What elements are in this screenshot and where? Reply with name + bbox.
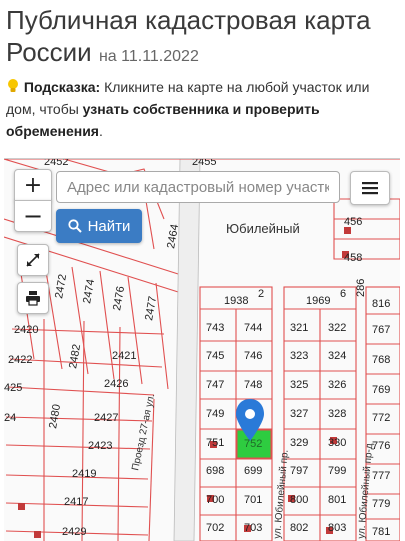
parcel-6: 6	[340, 288, 346, 300]
parcel-816: 816	[372, 298, 390, 310]
parcel-702: 702	[206, 522, 224, 534]
search-icon	[67, 219, 82, 233]
hamburger-menu-icon	[362, 182, 378, 195]
parcel-286: 286	[355, 279, 367, 297]
print-button[interactable]	[17, 282, 49, 314]
search-input[interactable]	[56, 171, 340, 203]
parcel-326: 326	[328, 379, 346, 391]
menu-button[interactable]	[350, 171, 390, 205]
zoom-out-button[interactable]: −	[14, 200, 52, 232]
parcel-458: 458	[344, 252, 362, 264]
parcel-749: 749	[206, 408, 224, 420]
parcel-769: 769	[372, 384, 390, 396]
parcel-2426: 2426	[104, 378, 128, 390]
parcel-803: 803	[328, 522, 346, 534]
parcel-772: 772	[372, 412, 390, 424]
parcel-797: 797	[290, 465, 308, 477]
hint-block: Подсказка: Кликните на карте на любой уч…	[6, 76, 398, 142]
parcel-328: 328	[328, 408, 346, 420]
parcel-2455: 2455	[192, 159, 216, 168]
parcel-703: 703	[244, 522, 262, 534]
parcel-456: 456	[344, 216, 362, 228]
parcel-779: 779	[372, 498, 390, 510]
parcel-802: 802	[290, 522, 308, 534]
parcel-801: 801	[328, 494, 346, 506]
parcel-2420: 2420	[14, 324, 38, 336]
parcel-699: 699	[244, 465, 262, 477]
parcel-1938: 1938	[224, 295, 248, 307]
parcel-322: 322	[328, 322, 346, 334]
parcel-2419: 2419	[72, 468, 96, 480]
parcel-2427: 2427	[94, 412, 118, 424]
parcel-2421: 2421	[112, 350, 136, 362]
area-label: Юбилейный	[226, 221, 300, 236]
parcel-2: 2	[258, 288, 264, 300]
parcel-24: 24	[4, 412, 16, 424]
parcel-327: 327	[290, 408, 308, 420]
parcel-743: 743	[206, 322, 224, 334]
parcel-698: 698	[206, 465, 224, 477]
parcel-747: 747	[206, 379, 224, 391]
parcel-800: 800	[290, 494, 308, 506]
parcel-329: 329	[290, 437, 308, 449]
page-title: Публичная кадастровая карта России на 11…	[6, 4, 401, 73]
expand-arrows-icon	[26, 253, 40, 267]
parcel-2429: 2429	[62, 526, 86, 538]
fullscreen-button[interactable]	[17, 244, 49, 276]
parcel-324: 324	[328, 350, 346, 362]
parcel-2423: 2423	[88, 440, 112, 452]
parcel-777: 777	[372, 470, 390, 482]
page-date: на 11.11.2022	[98, 48, 199, 65]
parcel-323: 323	[290, 350, 308, 362]
parcel-752: 752	[244, 438, 262, 450]
parcel-751: 751	[206, 437, 224, 449]
parcel-325: 325	[290, 379, 308, 391]
parcel-330: 330	[328, 437, 346, 449]
parcel-767: 767	[372, 324, 390, 336]
parcel-768: 768	[372, 354, 390, 366]
printer-icon	[26, 291, 40, 306]
find-button[interactable]: Найти	[56, 209, 142, 243]
parcel-748: 748	[244, 379, 262, 391]
lightbulb-icon	[6, 78, 20, 94]
parcel-2422: 2422	[8, 354, 32, 366]
parcel-321: 321	[290, 322, 308, 334]
zoom-in-button[interactable]: +	[14, 169, 52, 201]
parcel-744: 744	[244, 322, 262, 334]
parcel-799: 799	[328, 465, 346, 477]
hint-label: Подсказка:	[23, 79, 101, 95]
parcel-700: 700	[206, 494, 224, 506]
parcel-425: 425	[4, 382, 22, 394]
parcel-746: 746	[244, 350, 262, 362]
parcel-745: 745	[206, 350, 224, 362]
parcel-1969: 1969	[306, 295, 330, 307]
parcel-776: 776	[372, 440, 390, 452]
parcel-2452: 2452	[44, 159, 68, 168]
hint-end: .	[98, 123, 103, 139]
parcel-2417: 2417	[64, 496, 88, 508]
parcel-701: 701	[244, 494, 262, 506]
find-button-label: Найти	[87, 217, 131, 235]
parcel-781: 781	[372, 526, 390, 538]
